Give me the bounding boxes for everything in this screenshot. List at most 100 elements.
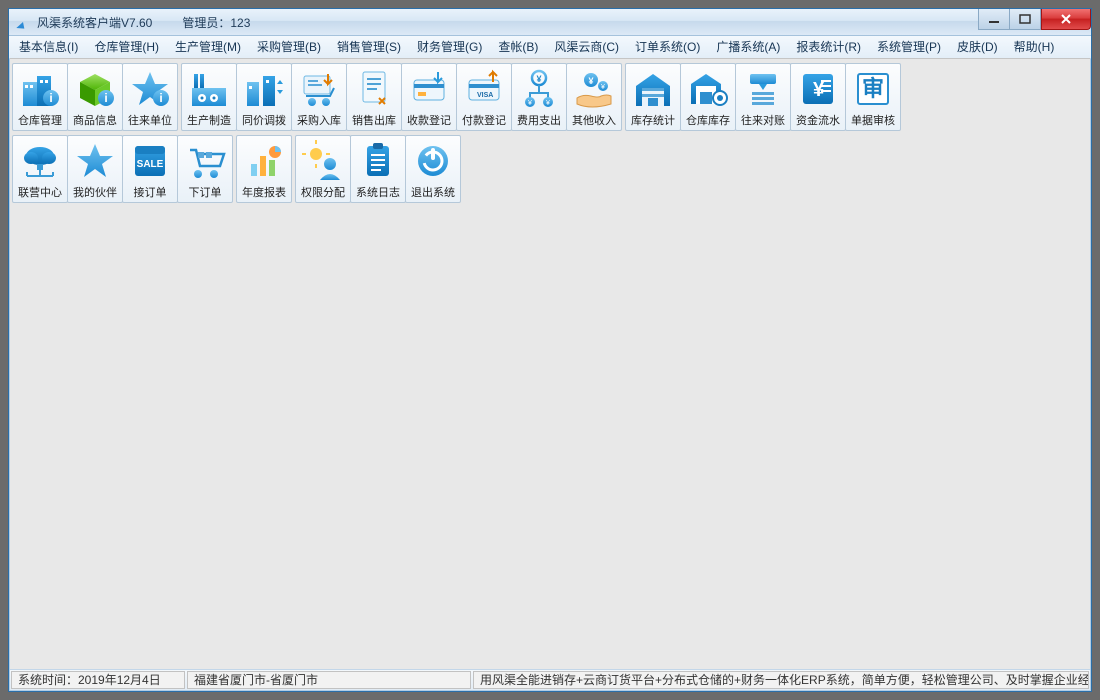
menu-6[interactable]: 查帐(B) (490, 36, 546, 58)
admin-label: 管理员：123 (182, 14, 250, 31)
tool-price-adjust[interactable]: 同价调拨 (236, 63, 292, 131)
box-info-icon (74, 68, 116, 110)
tool-label: 资金流水 (796, 112, 840, 128)
tool-purchase-in[interactable]: 采购入库 (291, 63, 347, 131)
tool-label: 系统日志 (356, 184, 400, 200)
receipt-icon (353, 68, 395, 110)
tool-perm-assign[interactable]: 权限分配 (295, 135, 351, 203)
toolbar-group: 年度报表 (236, 135, 291, 203)
tool-label: 库存统计 (631, 112, 675, 128)
tool-label: 生产制造 (187, 112, 231, 128)
menu-9[interactable]: 广播系统(A) (708, 36, 788, 58)
menu-4[interactable]: 销售管理(S) (329, 36, 409, 58)
menu-12[interactable]: 皮肤(D) (949, 36, 1006, 58)
tool-label: 下订单 (189, 184, 222, 200)
tool-recon[interactable]: 往来对账 (735, 63, 791, 131)
tool-product-info[interactable]: 商品信息 (67, 63, 123, 131)
menu-0[interactable]: 基本信息(I) (11, 36, 86, 58)
tool-expense[interactable]: 费用支出 (511, 63, 567, 131)
tool-warehouse-stock[interactable]: 仓库库存 (680, 63, 736, 131)
warehouse-pin-icon (687, 68, 729, 110)
cart-in-icon (298, 68, 340, 110)
card-out-icon (463, 68, 505, 110)
toolbar-group: 生产制造同价调拨采购入库销售出库收款登记付款登记费用支出其他收入 (181, 63, 621, 131)
client-area: 仓库管理商品信息往来单位生产制造同价调拨采购入库销售出库收款登记付款登记费用支出… (10, 58, 1090, 670)
tool-place-order[interactable]: 下订单 (177, 135, 233, 203)
buildings-swap-icon (243, 68, 285, 110)
window-controls (978, 9, 1091, 30)
tool-label: 单据审核 (851, 112, 895, 128)
tool-pay-reg[interactable]: 付款登记 (456, 63, 512, 131)
tool-cash-flow[interactable]: 资金流水 (790, 63, 846, 131)
sale-icon (129, 140, 171, 182)
yen-sheet-icon (797, 68, 839, 110)
window-title: 风渠系统客户端V7.60 (37, 14, 152, 31)
close-button[interactable] (1041, 9, 1091, 30)
tool-label: 联营中心 (18, 184, 62, 200)
tool-other-income[interactable]: 其他收入 (566, 63, 622, 131)
tool-label: 年度报表 (242, 184, 286, 200)
tool-exit[interactable]: 退出系统 (405, 135, 461, 203)
title-bar[interactable]: 风渠系统客户端V7.60 管理员：123 (9, 9, 1091, 36)
audit-icon (852, 68, 894, 110)
menu-bar: 基本信息(I)仓库管理(H)生产管理(M)采购管理(B)销售管理(S)财务管理(… (9, 36, 1091, 59)
status-bar: 系统时间：2019年12月4日 福建省厦门市-省厦门市 用风渠全能进销存+云商订… (10, 669, 1090, 690)
buildings-info-icon (19, 68, 61, 110)
tool-stock-stats[interactable]: 库存统计 (625, 63, 681, 131)
menu-5[interactable]: 财务管理(G) (409, 36, 490, 58)
tool-label: 往来对账 (741, 112, 785, 128)
app-icon (15, 14, 31, 30)
tool-my-partner[interactable]: 我的伙伴 (67, 135, 123, 203)
power-icon (412, 140, 454, 182)
toolbar-group: 仓库管理商品信息往来单位 (12, 63, 177, 131)
tool-label: 仓库管理 (18, 112, 62, 128)
hand-coins-icon (573, 68, 615, 110)
user-sun-icon (302, 140, 344, 182)
tool-label: 往来单位 (128, 112, 172, 128)
menu-10[interactable]: 报表统计(R) (788, 36, 869, 58)
main-window: 风渠系统客户端V7.60 管理员：123 基本信息(I)仓库管理(H)生产管理(… (8, 8, 1092, 692)
status-time: 系统时间：2019年12月4日 (11, 671, 185, 689)
tool-ext-units[interactable]: 往来单位 (122, 63, 178, 131)
toolbar-group: 库存统计仓库库存往来对账资金流水单据审核 (625, 63, 900, 131)
toolbar-group: 权限分配系统日志退出系统 (295, 135, 460, 203)
menu-13[interactable]: 帮助(H) (1006, 36, 1063, 58)
maximize-button[interactable] (1009, 9, 1041, 30)
clipboard-icon (357, 140, 399, 182)
menu-3[interactable]: 采购管理(B) (249, 36, 329, 58)
menu-7[interactable]: 风渠云商(C) (546, 36, 627, 58)
toolbar-group: 联营中心我的伙伴接订单下订单 (12, 135, 232, 203)
chart-icon (243, 140, 285, 182)
tool-label: 费用支出 (517, 112, 561, 128)
tool-label: 收款登记 (407, 112, 451, 128)
tool-annual-report[interactable]: 年度报表 (236, 135, 292, 203)
tool-accept-order[interactable]: 接订单 (122, 135, 178, 203)
tool-label: 我的伙伴 (73, 184, 117, 200)
tool-doc-audit[interactable]: 单据审核 (845, 63, 901, 131)
factory-icon (188, 68, 230, 110)
tool-label: 权限分配 (301, 184, 345, 200)
toolbar: 仓库管理商品信息往来单位生产制造同价调拨采购入库销售出库收款登记付款登记费用支出… (10, 59, 1090, 207)
tool-warehouse-mgmt[interactable]: 仓库管理 (12, 63, 68, 131)
tool-union-center[interactable]: 联营中心 (12, 135, 68, 203)
tool-production[interactable]: 生产制造 (181, 63, 237, 131)
tool-sys-log[interactable]: 系统日志 (350, 135, 406, 203)
tool-label: 商品信息 (73, 112, 117, 128)
tool-receive-reg[interactable]: 收款登记 (401, 63, 457, 131)
tool-label: 销售出库 (352, 112, 396, 128)
status-location: 福建省厦门市-省厦门市 (187, 671, 471, 689)
tool-label: 退出系统 (411, 184, 455, 200)
tool-sales-out[interactable]: 销售出库 (346, 63, 402, 131)
tool-label: 采购入库 (297, 112, 341, 128)
yen-tree-icon (518, 68, 560, 110)
cart-go-icon (184, 140, 226, 182)
menu-11[interactable]: 系统管理(P) (869, 36, 949, 58)
menu-8[interactable]: 订单系统(O) (627, 36, 708, 58)
menu-1[interactable]: 仓库管理(H) (86, 36, 167, 58)
tool-label: 同价调拨 (242, 112, 286, 128)
minimize-button[interactable] (978, 9, 1009, 30)
tool-label: 付款登记 (462, 112, 506, 128)
tool-label: 其他收入 (572, 112, 616, 128)
menu-2[interactable]: 生产管理(M) (167, 36, 249, 58)
tool-label: 仓库库存 (686, 112, 730, 128)
